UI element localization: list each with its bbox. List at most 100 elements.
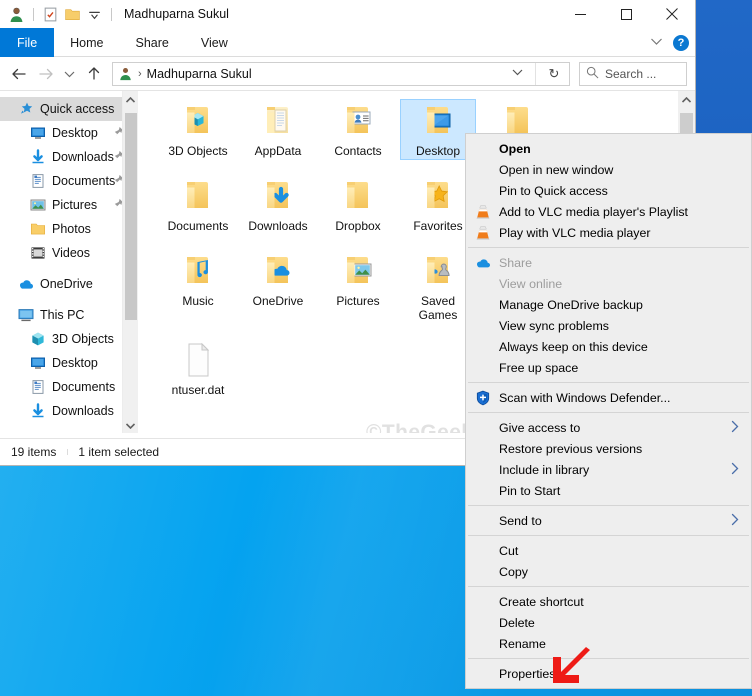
menu-item-always-keep-on-this-device[interactable]: Always keep on this device (466, 336, 751, 357)
folder-icon[interactable] (64, 6, 81, 23)
sidebar-item-pictures[interactable]: Pictures (0, 193, 138, 217)
menu-item-include-in-library[interactable]: Include in library (466, 459, 751, 480)
file-item[interactable]: Music (160, 249, 236, 324)
sidebar-item-videos[interactable]: Videos (0, 241, 138, 265)
menu-item-label: Send to (499, 513, 542, 528)
sidebar-item-quick-access[interactable]: Quick access (0, 97, 138, 121)
menu-item-create-shortcut[interactable]: Create shortcut (466, 591, 751, 612)
properties-icon[interactable] (42, 6, 59, 23)
folder-favorites-icon (415, 178, 461, 216)
menu-item-open-in-new-window[interactable]: Open in new window (466, 159, 751, 180)
help-icon[interactable]: ? (673, 34, 689, 51)
sidebar-item-desktop[interactable]: Desktop (0, 121, 138, 145)
folder-music-icon (175, 253, 221, 291)
back-button[interactable] (6, 61, 31, 86)
pin-star-icon (18, 101, 34, 117)
sidebar-item-downloads[interactable]: Downloads (0, 145, 138, 169)
chevron-down-icon[interactable] (650, 37, 663, 49)
menu-item-label: Open in new window (499, 162, 614, 177)
sidebar-item-documents[interactable]: Documents (0, 375, 138, 399)
sidebar-scroll-thumb[interactable] (125, 113, 137, 320)
menu-item-play-with-vlc-media-player[interactable]: Play with VLC media player (466, 222, 751, 243)
sidebar-item-desktop[interactable]: Desktop (0, 351, 138, 375)
annotation-arrow-icon (546, 643, 592, 689)
recent-locations-button[interactable] (60, 61, 79, 86)
chevron-right-icon (731, 462, 739, 477)
file-item[interactable]: Dropbox (320, 174, 396, 235)
menu-item-copy[interactable]: Copy (466, 561, 751, 582)
file-item[interactable]: ntuser.dat (160, 338, 236, 399)
menu-item-free-up-space[interactable]: Free up space (466, 357, 751, 378)
refresh-icon[interactable]: ↻ (541, 63, 567, 85)
file-item[interactable]: AppData (240, 99, 316, 160)
menu-item-give-access-to[interactable]: Give access to (466, 417, 751, 438)
folder-downloads-icon (255, 178, 301, 216)
user-icon[interactable] (8, 6, 25, 23)
close-icon[interactable] (649, 0, 695, 28)
file-item[interactable]: Contacts (320, 99, 396, 160)
menu-item-delete[interactable]: Delete (466, 612, 751, 633)
menu-item-send-to[interactable]: Send to (466, 510, 751, 531)
search-input[interactable]: Search ... (579, 61, 687, 86)
file-item[interactable]: Downloads (240, 174, 316, 235)
sidebar-item-label: OneDrive (40, 277, 93, 291)
sidebar-item-this-pc[interactable]: This PC (0, 303, 138, 327)
menu-separator (468, 247, 749, 248)
chevron-down-icon[interactable] (505, 68, 530, 79)
sidebar-item-photos[interactable]: Photos (0, 217, 138, 241)
menu-item-label: Restore previous versions (499, 441, 643, 456)
menu-item-open[interactable]: Open (466, 138, 751, 159)
folder-appdata-icon (255, 103, 301, 141)
menu-item-cut[interactable]: Cut (466, 540, 751, 561)
menu-item-scan-with-windows-defender[interactable]: Scan with Windows Defender... (466, 387, 751, 408)
menu-item-label: Open (499, 141, 531, 156)
window-title: Madhuparna Sukul (124, 7, 229, 21)
menu-item-add-to-vlc-media-player-s-playlist[interactable]: Add to VLC media player's Playlist (466, 201, 751, 222)
menu-item-rename[interactable]: Rename (466, 633, 751, 654)
sidebar-scrollbar[interactable] (122, 91, 138, 433)
address-bar: › Madhuparna Sukul ↻ Search ... (0, 57, 695, 90)
file-item[interactable]: 3D Objects (160, 99, 236, 160)
up-button[interactable] (81, 61, 106, 86)
file-item[interactable]: Documents (160, 174, 236, 235)
file-item[interactable]: OneDrive (240, 249, 316, 324)
menu-item-label: Free up space (499, 360, 579, 375)
menu-item-view-sync-problems[interactable]: View sync problems (466, 315, 751, 336)
scroll-up-icon[interactable] (123, 91, 138, 108)
chevron-down-icon[interactable] (86, 6, 103, 23)
forward-button[interactable] (33, 61, 58, 86)
menu-item-manage-onedrive-backup[interactable]: Manage OneDrive backup (466, 294, 751, 315)
file-item-label: Music (182, 294, 214, 308)
scroll-down-icon[interactable] (123, 417, 138, 433)
download-icon (30, 403, 46, 419)
file-item-label: OneDrive (252, 294, 304, 308)
file-item-label: Downloads (248, 219, 308, 233)
address-input[interactable]: › Madhuparna Sukul ↻ (112, 61, 570, 86)
maximize-icon[interactable] (603, 0, 649, 28)
sidebar-item-label: Videos (52, 246, 90, 260)
item-count: 19 items (11, 445, 57, 459)
sidebar-item-documents[interactable]: Documents (0, 169, 138, 193)
tab-share[interactable]: Share (120, 28, 185, 57)
scroll-up-icon[interactable] (678, 91, 695, 108)
menu-item-label: Give access to (499, 420, 581, 435)
sidebar-item-label: Pictures (52, 198, 98, 212)
sidebar-item-onedrive[interactable]: OneDrive (0, 272, 138, 296)
minimize-icon[interactable] (557, 0, 603, 28)
menu-item-pin-to-quick-access[interactable]: Pin to Quick access (466, 180, 751, 201)
tab-view[interactable]: View (185, 28, 244, 57)
sidebar-item-label: Desktop (52, 126, 98, 140)
sidebar-item-downloads[interactable]: Downloads (0, 399, 138, 423)
sidebar-item-3d-objects[interactable]: 3D Objects (0, 327, 138, 351)
menu-item-restore-previous-versions[interactable]: Restore previous versions (466, 438, 751, 459)
menu-item-pin-to-start[interactable]: Pin to Start (466, 480, 751, 501)
breadcrumb-path: Madhuparna Sukul (146, 66, 252, 81)
tab-file[interactable]: File (0, 28, 55, 57)
tab-home[interactable]: Home (54, 28, 119, 57)
address-divider (535, 62, 536, 85)
file-item-label: 3D Objects (168, 144, 228, 158)
sidebar-list: Quick access Desktop Downloads Documents Pic… (0, 97, 138, 423)
file-item[interactable]: Pictures (320, 249, 396, 324)
menu-item-properties[interactable]: Properties (466, 663, 751, 684)
search-icon (586, 66, 599, 82)
